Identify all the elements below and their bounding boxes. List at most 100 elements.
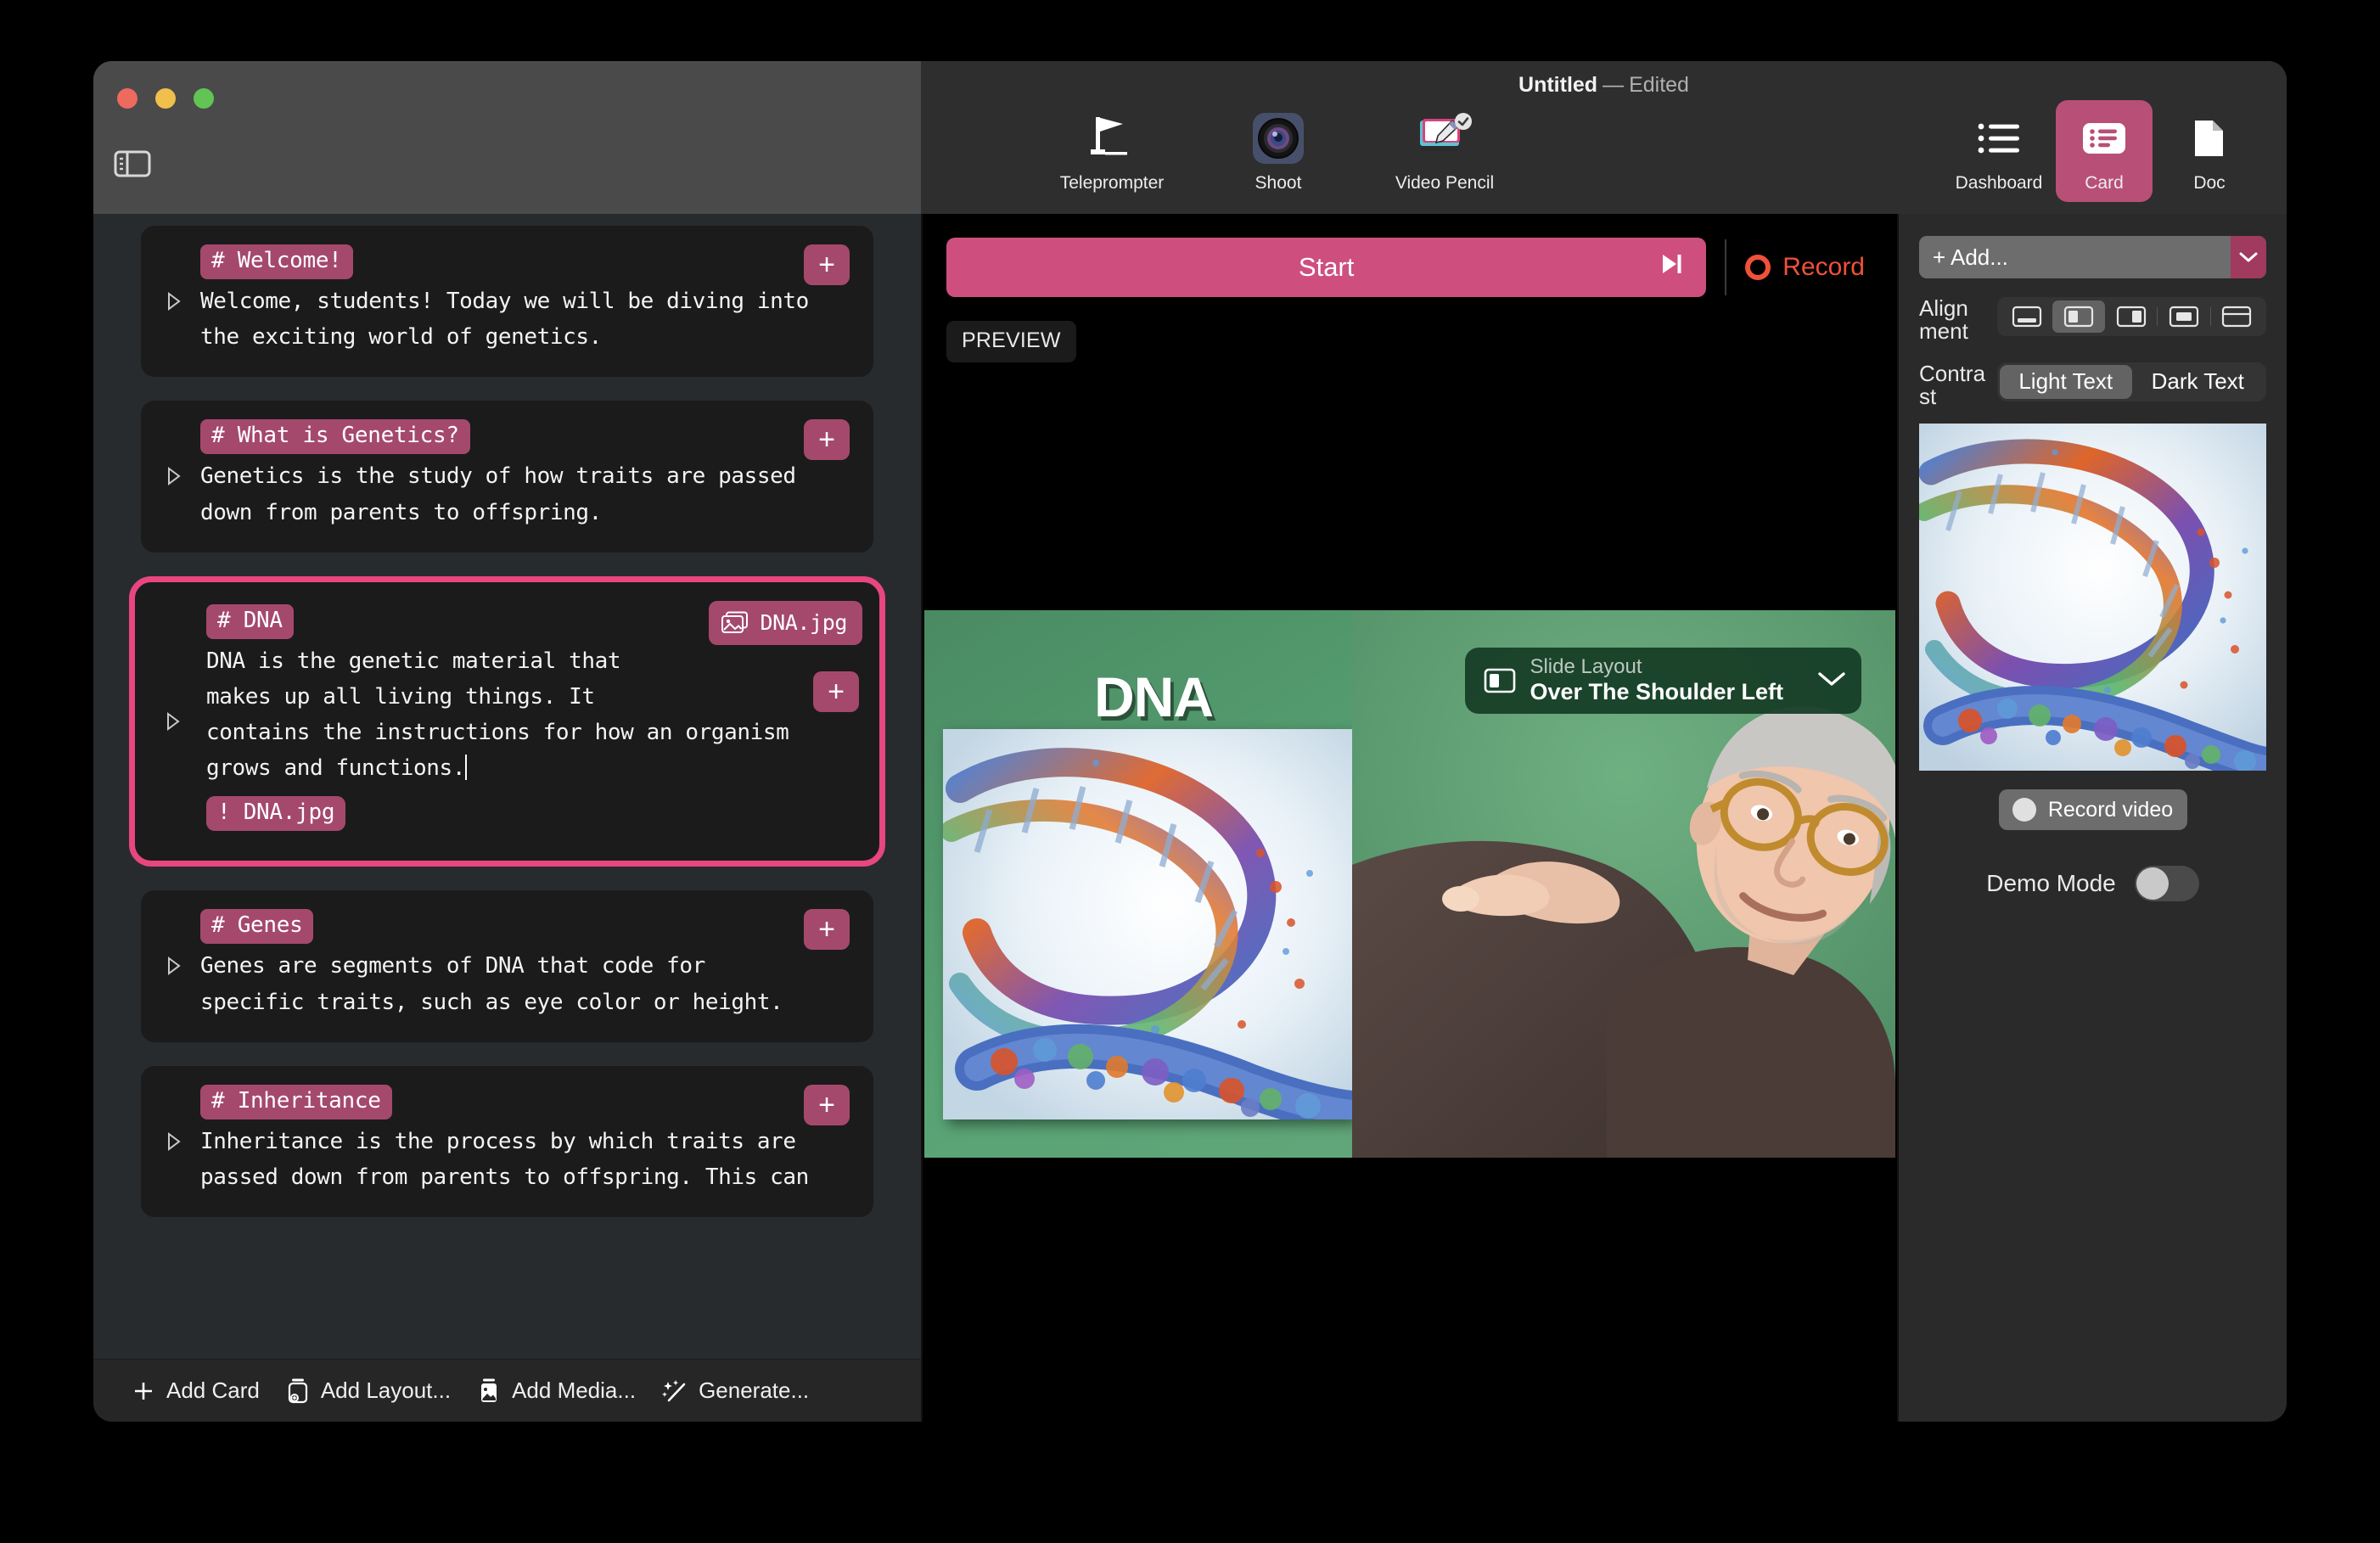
- layout-over-shoulder-left-icon: [1484, 668, 1516, 693]
- window-body: + # Welcome! Welcome, students! Today we…: [93, 214, 2287, 1422]
- disclosure-triangle-icon[interactable]: [166, 292, 182, 311]
- generate-label: Generate...: [699, 1377, 809, 1404]
- card-title-tag: # Inheritance: [200, 1085, 392, 1119]
- slide-layout-text: Slide Layout Over The Shoulder Left: [1530, 656, 1783, 704]
- record-button[interactable]: Record: [1745, 253, 1873, 282]
- align-center-box-icon: [2169, 306, 2199, 328]
- contrast-control: Contra st Light Text Dark Text: [1919, 362, 2266, 409]
- alignment-segmented-control[interactable]: [1997, 297, 2266, 336]
- start-button-label: Start: [1299, 252, 1354, 283]
- preview-badge: PREVIEW: [946, 321, 1076, 362]
- document-icon: [2192, 110, 2226, 166]
- toolbar-item-dashboard[interactable]: Dashboard: [1951, 100, 2047, 202]
- toolbar-item-card[interactable]: Card: [2056, 100, 2153, 202]
- card-body-text[interactable]: Genetics is the study of how traits are …: [200, 458, 848, 530]
- add-dropdown-button[interactable]: + Add...: [1919, 236, 2266, 278]
- cards-sidebar: + # Welcome! Welcome, students! Today we…: [93, 214, 921, 1422]
- toolbar-label-doc: Doc: [2193, 173, 2225, 194]
- chevron-down-icon[interactable]: [1797, 671, 1846, 692]
- contrast-dark-text-option[interactable]: Dark Text: [2132, 365, 2265, 399]
- sidebar-toggle-icon[interactable]: [114, 150, 151, 177]
- toolbar-label-video-pencil: Video Pencil: [1395, 173, 1494, 194]
- align-left-half-option[interactable]: [2052, 300, 2104, 333]
- align-bottom-bar-option[interactable]: [2001, 300, 2052, 333]
- disclosure-triangle-icon[interactable]: [166, 957, 182, 975]
- card-welcome[interactable]: + # Welcome! Welcome, students! Today we…: [141, 226, 873, 377]
- center-toolbar: Teleprompter: [1048, 110, 1508, 194]
- playback-controls: Start Record: [946, 238, 1873, 297]
- video-pencil-icon: [1415, 110, 1474, 166]
- card-body-text[interactable]: Welcome, students! Today we will be divi…: [200, 283, 848, 355]
- card-inheritance[interactable]: + # Inheritance Inheritance is the proce…: [141, 1066, 873, 1217]
- align-top-bar-option[interactable]: [2211, 300, 2263, 333]
- disclosure-triangle-icon[interactable]: [166, 712, 181, 731]
- record-video-button[interactable]: Record video: [1999, 789, 2187, 830]
- card-what-is-genetics[interactable]: + # What is Genetics? Genetics is the st…: [141, 401, 873, 552]
- right-toolbar: Dashboard Card: [1951, 100, 2258, 202]
- add-layout-label: Add Layout...: [321, 1377, 451, 1404]
- card-dna[interactable]: DNA.jpg + # DNA DNA is the genetic mater…: [129, 576, 885, 867]
- slide-layout-value: Over The Shoulder Left: [1530, 679, 1783, 704]
- align-right-half-icon: [2116, 306, 2147, 328]
- card-list-icon: [2081, 110, 2127, 166]
- minimize-button[interactable]: [155, 88, 176, 109]
- align-left-half-icon: [2063, 306, 2094, 328]
- add-layout-button[interactable]: Add Layout...: [278, 1377, 469, 1405]
- toolbar-item-shoot[interactable]: Shoot: [1215, 110, 1342, 194]
- skip-forward-icon[interactable]: [1659, 251, 1684, 283]
- card-add-button[interactable]: +: [804, 909, 850, 950]
- document-name: Untitled: [1518, 73, 1597, 97]
- disclosure-triangle-icon[interactable]: [166, 467, 182, 485]
- sparkle-wand-icon: [661, 1377, 688, 1405]
- slide-preview[interactable]: DNA: [924, 610, 1895, 1158]
- contrast-segmented-control[interactable]: Light Text Dark Text: [1997, 362, 2266, 401]
- slide-layout-caption: Slide Layout: [1530, 656, 1783, 679]
- generate-button[interactable]: Generate...: [654, 1377, 828, 1405]
- contrast-label: Contra st: [1919, 362, 1989, 409]
- slide-layout-dropdown[interactable]: Slide Layout Over The Shoulder Left: [1465, 648, 1861, 714]
- card-body-text[interactable]: Inheritance is the process by which trai…: [200, 1124, 848, 1195]
- start-button[interactable]: Start: [946, 238, 1706, 297]
- card-media-chip[interactable]: DNA.jpg: [709, 601, 862, 645]
- card-add-button[interactable]: +: [813, 671, 859, 712]
- card-add-button[interactable]: +: [804, 244, 850, 285]
- card-add-button[interactable]: +: [804, 419, 850, 460]
- add-media-icon: [476, 1377, 502, 1405]
- alignment-control: Align ment: [1919, 297, 2266, 344]
- camera-lens-icon: [1253, 110, 1304, 166]
- card-add-button[interactable]: +: [804, 1085, 850, 1125]
- card-media-chip-label: DNA.jpg: [760, 610, 847, 635]
- card-title-tag: # Genes: [200, 909, 313, 944]
- title-bar-left-region: [93, 61, 921, 214]
- toolbar-item-teleprompter[interactable]: Teleprompter: [1048, 110, 1176, 194]
- window-controls[interactable]: [117, 88, 214, 109]
- card-genes[interactable]: + # Genes Genes are segments of DNA that…: [141, 890, 873, 1041]
- disclosure-triangle-icon[interactable]: [166, 1132, 182, 1151]
- card-title-tag: # DNA: [206, 604, 294, 639]
- close-button[interactable]: [117, 88, 138, 109]
- toolbar-label-dashboard: Dashboard: [1956, 173, 2043, 194]
- dna-helix-thumbnail[interactable]: [1919, 424, 2266, 771]
- cards-bottom-toolbar: Add Card Add Layout...: [93, 1359, 921, 1422]
- toolbar-label-teleprompter: Teleprompter: [1060, 173, 1165, 194]
- contrast-light-text-option[interactable]: Light Text: [2000, 365, 2132, 399]
- card-body-text[interactable]: DNA is the genetic material that makes u…: [206, 643, 854, 786]
- record-video-label: Record video: [2048, 798, 2173, 822]
- add-media-label: Add Media...: [512, 1377, 636, 1404]
- cards-list[interactable]: + # Welcome! Welcome, students! Today we…: [93, 214, 921, 1359]
- desktop-background: Untitled—Edited Teleprompter: [0, 0, 2380, 1543]
- add-card-button[interactable]: Add Card: [124, 1377, 278, 1404]
- list-icon: [1977, 110, 2021, 166]
- toggle-knob: [2136, 867, 2169, 900]
- card-body-text[interactable]: Genes are segments of DNA that code for …: [200, 948, 848, 1019]
- toolbar-item-doc[interactable]: Doc: [2161, 100, 2258, 202]
- toolbar-item-video-pencil[interactable]: Video Pencil: [1381, 110, 1508, 194]
- zoom-button[interactable]: [194, 88, 214, 109]
- align-right-half-option[interactable]: [2105, 300, 2157, 333]
- align-center-box-option[interactable]: [2158, 300, 2209, 333]
- add-media-button[interactable]: Add Media...: [469, 1377, 654, 1405]
- record-video-icon: [2012, 798, 2036, 822]
- demo-mode-toggle[interactable]: [2135, 866, 2199, 901]
- add-dropdown-label: + Add...: [1933, 244, 2008, 271]
- add-dropdown-chevron[interactable]: [2231, 236, 2266, 278]
